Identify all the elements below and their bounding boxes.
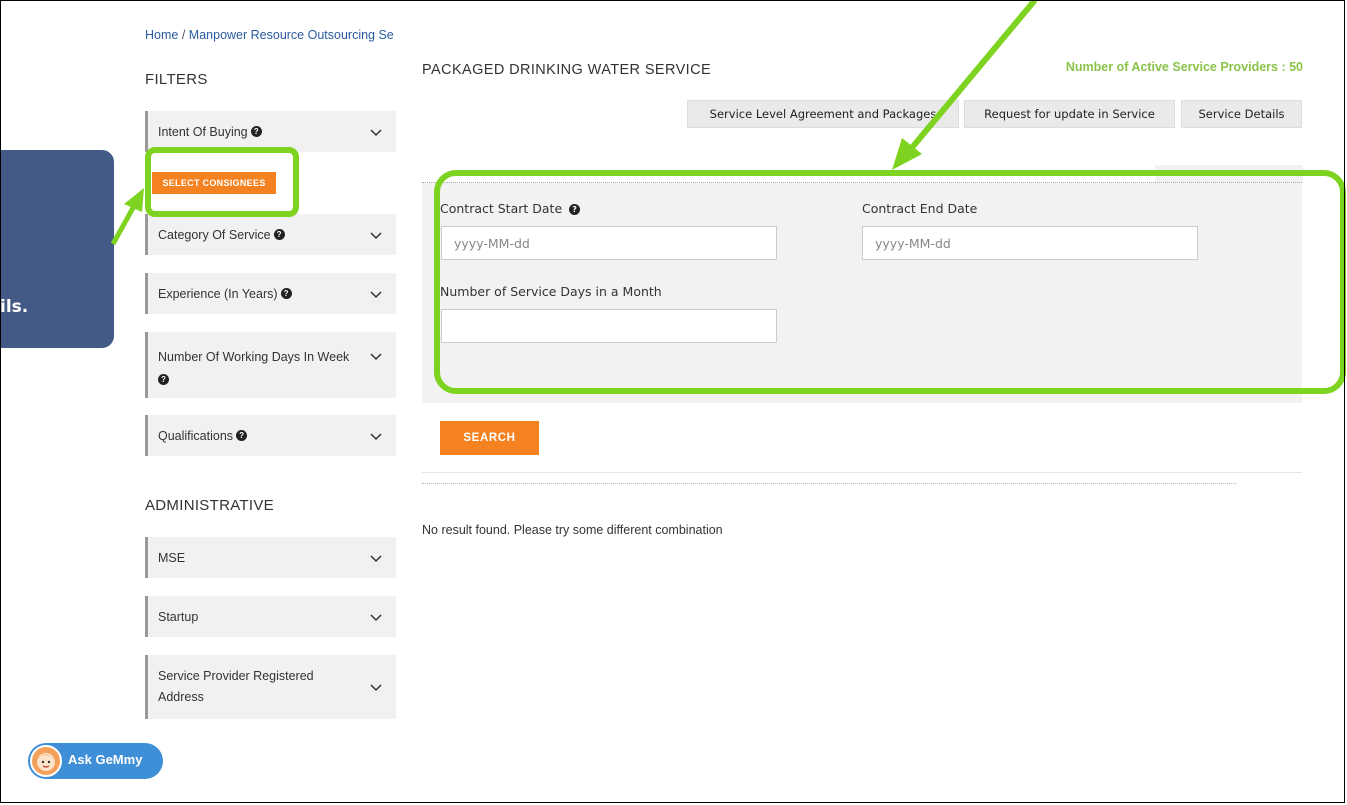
gemmy-avatar-icon bbox=[30, 745, 62, 777]
arrow-head-icon bbox=[124, 188, 144, 212]
arrow-line bbox=[110, 204, 137, 246]
ask-gemmy-button[interactable]: Ask GeMmy bbox=[28, 743, 163, 779]
annotation-arrows bbox=[110, 0, 1038, 246]
ask-gemmy-label: Ask GeMmy bbox=[68, 752, 143, 767]
arrow-line bbox=[907, 0, 1038, 152]
